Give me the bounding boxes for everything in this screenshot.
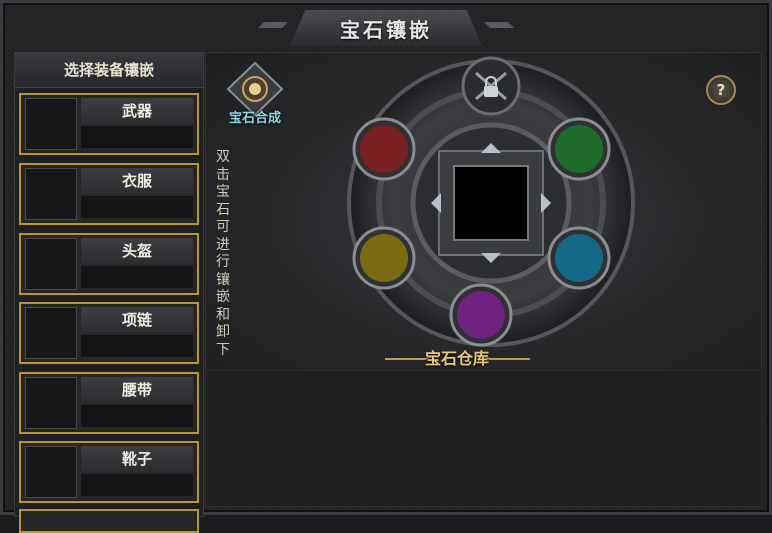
green-gem-socket[interactable]: [547, 117, 611, 181]
equipment-slot-label: 靴子: [81, 446, 193, 472]
help-button[interactable]: ?: [706, 75, 736, 105]
equipment-slot-belt[interactable]: 腰带: [19, 372, 199, 434]
equipment-slot-icon-box: [25, 238, 77, 290]
equipment-slot-partial[interactable]: [19, 509, 199, 533]
title-ornament-left-icon: [258, 22, 288, 28]
equipment-slot-clothes[interactable]: 衣服: [19, 163, 199, 225]
gem-synthesis-label[interactable]: 宝石合成: [220, 107, 290, 126]
equipment-slot-icon-box: [25, 168, 77, 220]
equipment-slot-info-bar: [81, 405, 193, 427]
equipment-panel-header: 选择装备镶嵌: [15, 53, 203, 88]
equipment-panel: 选择装备镶嵌 武器 衣服 头盔 项链 腰带 靴子: [14, 52, 204, 533]
equipment-slot-boots[interactable]: 靴子: [19, 441, 199, 503]
inlay-area: 宝石合成 双击宝石可进行镶嵌和卸下 ?: [205, 52, 762, 372]
equipment-slot-icon-box: [25, 98, 77, 150]
red-gem-socket[interactable]: [352, 117, 416, 181]
window-title-plate: 宝石镶嵌: [290, 10, 482, 46]
equipment-slot-label: 项链: [81, 307, 193, 333]
equipment-slot-info-bar: [81, 126, 193, 148]
equipment-slot-info-bar: [81, 266, 193, 288]
equipment-slot-icon-box: [25, 446, 77, 498]
equipment-slot-info-bar: [81, 474, 193, 496]
equipment-slot-icon-box: [25, 377, 77, 429]
equipment-slot-info-bar: [81, 335, 193, 357]
equipment-slot-info-bar: [81, 196, 193, 218]
blue-gem-socket[interactable]: [547, 226, 611, 290]
equipment-slot-icon-box: [25, 307, 77, 359]
center-equipment-slot[interactable]: [453, 165, 529, 241]
inlay-instruction-text: 双击宝石可进行镶嵌和卸下: [216, 149, 230, 358]
purple-gem-socket[interactable]: [449, 283, 513, 347]
equipment-slot-label: 衣服: [81, 168, 193, 194]
gem-socket-wheel: [347, 56, 635, 347]
window-title: 宝石镶嵌: [340, 17, 432, 42]
gem-storage-title: 宝石仓库: [424, 349, 489, 368]
gem-storage-area[interactable]: [205, 370, 762, 507]
equipment-slot-label: 腰带: [81, 377, 193, 403]
equipment-slot-label: 头盔: [81, 238, 193, 264]
equipment-slot-weapon[interactable]: 武器: [19, 93, 199, 155]
equipment-slot-necklace[interactable]: 项链: [19, 302, 199, 364]
title-ornament-right-icon: [484, 22, 514, 28]
lock-icon: [461, 56, 521, 116]
yellow-gem-socket[interactable]: [352, 226, 416, 290]
equipment-slot-label: 武器: [81, 98, 193, 124]
equipment-slot-helmet[interactable]: 头盔: [19, 233, 199, 295]
